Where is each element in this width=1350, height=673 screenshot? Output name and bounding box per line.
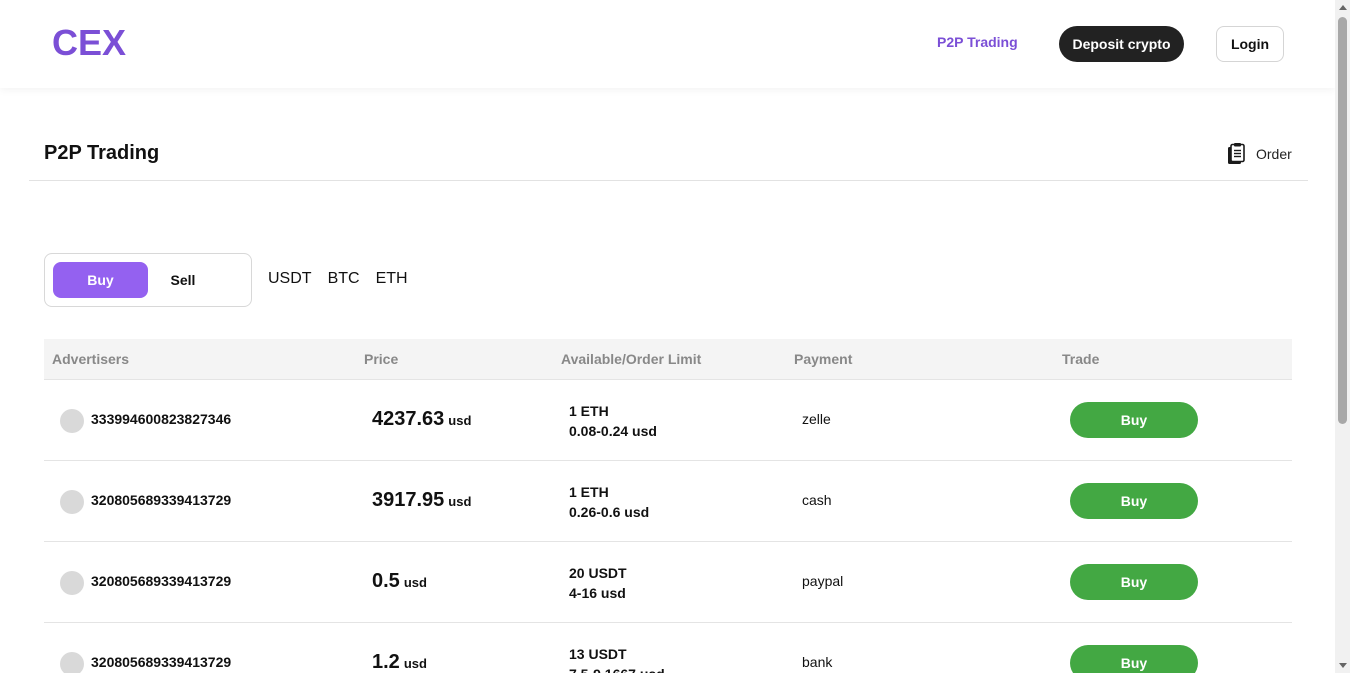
page-scrollbar[interactable] xyxy=(1335,0,1350,673)
table-row: 320805689339413729 0.5 usd 20 USDT 4-16 u… xyxy=(44,542,1292,623)
header-trade: Trade xyxy=(1062,351,1100,367)
avatar xyxy=(60,652,84,673)
available-amount: 1 ETH xyxy=(569,484,609,500)
price-unit: usd xyxy=(403,656,427,671)
payment-method: zelle xyxy=(802,411,831,427)
price-value: 4237.63 xyxy=(372,408,445,430)
header-available: Available/Order Limit xyxy=(561,351,702,367)
advertiser-id[interactable]: 320805689339413729 xyxy=(91,654,231,670)
price-cell: 4237.63 usd xyxy=(372,408,471,431)
available-cell: 1 ETH 0.08-0.24 usd xyxy=(569,401,657,441)
nav-p2p-trading[interactable]: P2P Trading xyxy=(937,34,1018,50)
advertiser-id[interactable]: 333994600823827346 xyxy=(91,411,231,427)
price-unit: usd xyxy=(448,494,472,509)
coin-tab-eth[interactable]: ETH xyxy=(376,270,408,288)
coin-tab-usdt[interactable]: USDT xyxy=(268,270,312,288)
advertiser-id[interactable]: 320805689339413729 xyxy=(91,492,231,508)
scrollbar-thumb[interactable] xyxy=(1338,17,1347,424)
order-limit: 0.26-0.6 usd xyxy=(569,504,650,520)
buy-button[interactable]: Buy xyxy=(1070,402,1198,438)
table-row: 320805689339413729 1.2usd 13 USDT 7.5-9.… xyxy=(44,623,1292,673)
deposit-crypto-button[interactable]: Deposit crypto xyxy=(1059,26,1184,62)
price-value: 0.5 xyxy=(372,570,400,592)
buy-sell-toggle: Buy Sell xyxy=(44,253,252,307)
price-value: 1.2 xyxy=(372,651,400,673)
scroll-up-arrow-icon[interactable] xyxy=(1339,5,1347,10)
available-cell: 20 USDT 4-16 usd xyxy=(569,563,627,603)
toggle-sell-button[interactable]: Sell xyxy=(148,262,218,298)
available-cell: 13 USDT 7.5-9.1667 usd xyxy=(569,644,665,673)
avatar xyxy=(60,409,84,433)
coin-tabs: USDT BTC ETH xyxy=(268,270,424,288)
coin-tab-btc[interactable]: BTC xyxy=(328,270,360,288)
logo[interactable]: CEX xyxy=(52,22,126,64)
order-limit: 7.5-9.1667 usd xyxy=(569,664,665,673)
ads-table: Advertisers Price Available/Order Limit … xyxy=(44,339,1292,673)
available-amount: 20 USDT xyxy=(569,565,627,581)
payment-method: paypal xyxy=(802,573,844,589)
payment-method: bank xyxy=(802,654,833,670)
order-limit: 0.08-0.24 usd xyxy=(569,423,657,439)
order-link[interactable]: Order xyxy=(1226,142,1292,166)
table-row: 333994600823827346 4237.63 usd 1 ETH 0.08… xyxy=(44,380,1292,461)
available-amount: 13 USDT xyxy=(569,646,627,662)
login-button[interactable]: Login xyxy=(1216,26,1284,62)
order-limit: 4-16 usd xyxy=(569,585,626,601)
header-price: Price xyxy=(364,351,399,367)
top-header: CEX P2P Trading Deposit crypto Login xyxy=(0,0,1335,88)
header-payment: Payment xyxy=(794,351,853,367)
price-cell: 0.5 usd xyxy=(372,570,427,593)
toggle-buy-button[interactable]: Buy xyxy=(53,262,148,298)
title-divider xyxy=(29,180,1308,181)
payment-method: cash xyxy=(802,492,832,508)
available-amount: 1 ETH xyxy=(569,403,609,419)
price-unit: usd xyxy=(403,575,427,590)
price-unit: usd xyxy=(448,413,472,428)
table-header: Advertisers Price Available/Order Limit … xyxy=(44,339,1292,380)
header-advertisers: Advertisers xyxy=(52,351,130,367)
buy-button[interactable]: Buy xyxy=(1070,564,1198,600)
avatar xyxy=(60,571,84,595)
price-cell: 3917.95 usd xyxy=(372,489,471,512)
clipboard-icon xyxy=(1228,143,1245,164)
buy-button[interactable]: Buy xyxy=(1070,645,1198,673)
available-cell: 1 ETH 0.26-0.6 usd xyxy=(569,482,649,522)
price-value: 3917.95 xyxy=(372,489,445,511)
advertiser-id[interactable]: 320805689339413729 xyxy=(91,573,231,589)
page-title: P2P Trading xyxy=(44,142,160,164)
avatar xyxy=(60,490,84,514)
table-row: 320805689339413729 3917.95 usd 1 ETH 0.26… xyxy=(44,461,1292,542)
price-cell: 1.2 usd xyxy=(372,651,427,673)
order-label: Order xyxy=(1256,146,1292,162)
buy-button[interactable]: Buy xyxy=(1070,483,1198,519)
scroll-down-arrow-icon[interactable] xyxy=(1339,663,1347,668)
